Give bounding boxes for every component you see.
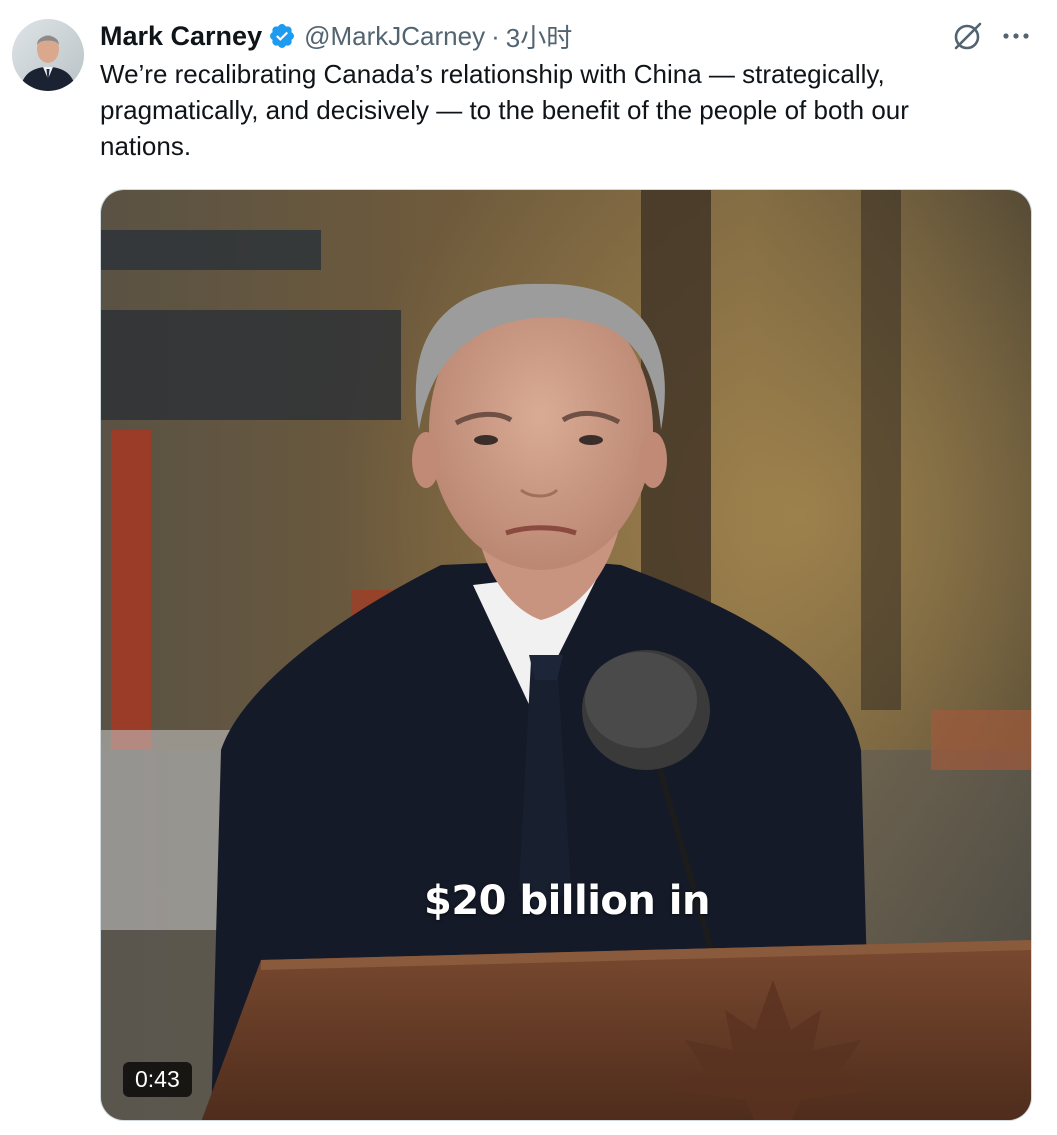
more-options-icon[interactable] <box>998 18 1034 54</box>
verified-badge-icon[interactable] <box>268 22 296 50</box>
tweet-text: We’re recalibrating Canada’s relationshi… <box>100 59 909 161</box>
video-duration: 0:43 <box>123 1062 192 1097</box>
grok-icon[interactable] <box>950 18 986 54</box>
separator-dot: · <box>491 20 500 51</box>
tweet-header: Mark Carney @MarkJCarney · 3小时 <box>100 18 572 54</box>
author-display-name[interactable]: Mark Carney <box>100 21 262 52</box>
video-caption: $20 billion in <box>424 878 710 924</box>
tweet[interactable]: Mark Carney @MarkJCarney · 3小时 We’re rec… <box>0 0 1057 1135</box>
video-player[interactable]: $20 billion in 0:43 <box>100 189 1032 1121</box>
author-handle[interactable]: @MarkJCarney <box>304 21 485 52</box>
timestamp[interactable]: 3小时 <box>506 18 572 55</box>
video-frame <box>101 190 1031 1120</box>
avatar[interactable] <box>12 19 84 91</box>
